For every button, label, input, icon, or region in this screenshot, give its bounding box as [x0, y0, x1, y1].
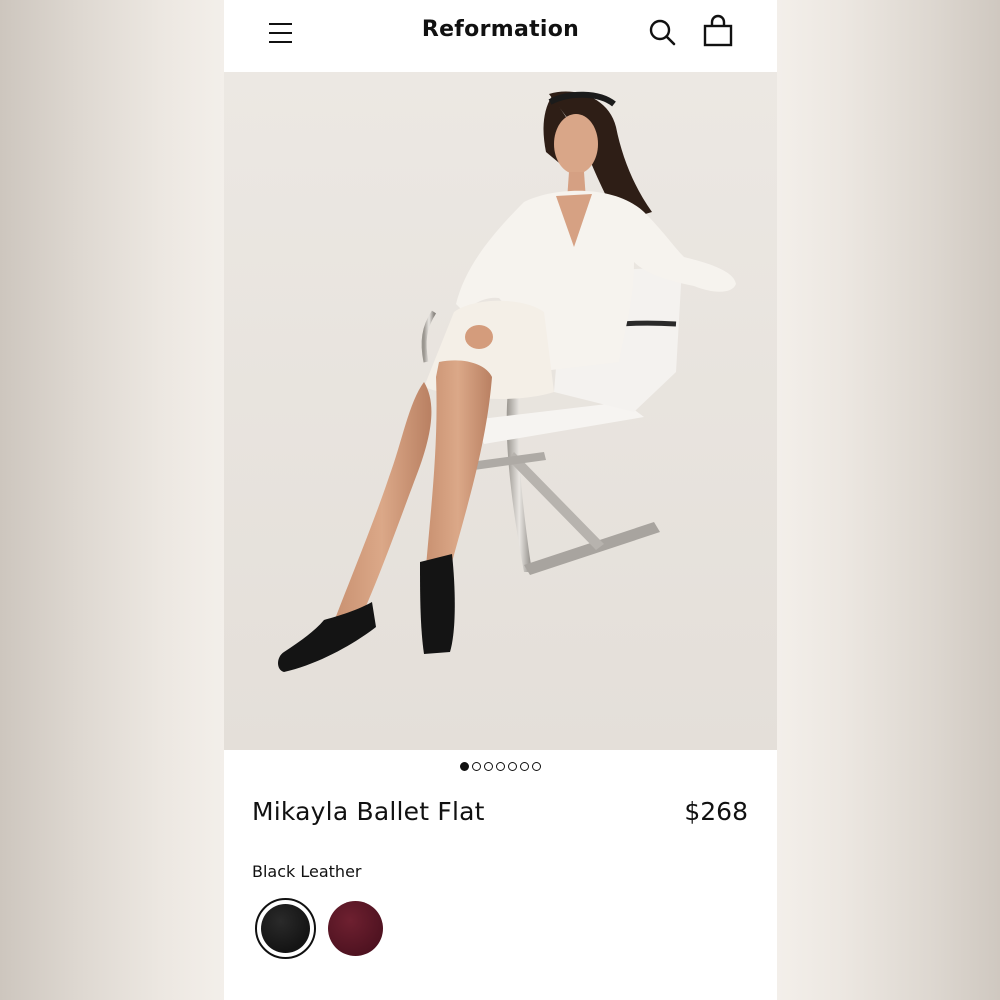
product-photo: [224, 72, 777, 750]
pagination-dot[interactable]: [520, 762, 529, 771]
menu-button[interactable]: [264, 19, 298, 47]
pagination-dot[interactable]: [472, 762, 481, 771]
shopping-bag-icon: [703, 14, 733, 47]
color-swatch-wine[interactable]: [328, 901, 383, 956]
product-title: Mikayla Ballet Flat: [252, 797, 485, 826]
selected-color-label: Black Leather: [252, 862, 362, 881]
image-pagination: [224, 760, 777, 774]
search-button[interactable]: [644, 14, 680, 50]
pagination-dot[interactable]: [484, 762, 493, 771]
swatch-fill: [328, 901, 383, 956]
product-price: $268: [684, 797, 748, 826]
swatch-fill: [261, 904, 310, 953]
brand-home-link[interactable]: Reformation: [422, 17, 579, 42]
search-icon: [649, 19, 676, 46]
pagination-dot[interactable]: [508, 762, 517, 771]
brand-logo: Reformation: [224, 17, 777, 42]
cart-button[interactable]: [700, 14, 736, 50]
site-header: Reformation: [224, 0, 777, 72]
product-image[interactable]: [224, 72, 777, 750]
pagination-dot[interactable]: [460, 762, 469, 771]
pagination-dot[interactable]: [532, 762, 541, 771]
pagination-dot[interactable]: [496, 762, 505, 771]
product-page: Reformation Mikayla Ballet Flat $268 Bla…: [224, 0, 777, 1000]
backdrop-right: [777, 0, 1000, 1000]
color-swatch-black[interactable]: [255, 898, 316, 959]
